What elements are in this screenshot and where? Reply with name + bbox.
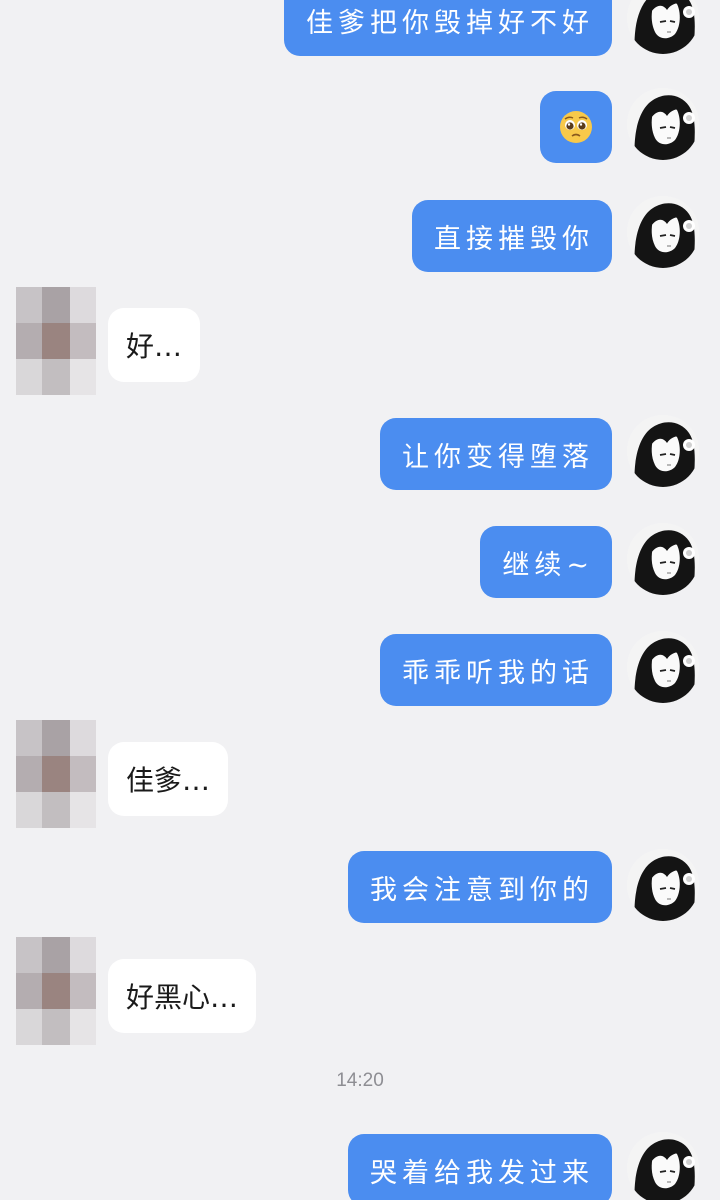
- message-bubble-outgoing[interactable]: [540, 91, 612, 163]
- avatar-anime-girl-icon[interactable]: [627, 1132, 699, 1200]
- avatar-anime-girl-icon[interactable]: [627, 415, 699, 487]
- chat-area[interactable]: 佳爹把你毁掉好不好 直接摧毁你 好… 让你变得堕落 继续~ 乖乖听我的话 佳爹……: [0, 0, 720, 1200]
- message-text: 佳爹…: [126, 764, 211, 797]
- avatar-anime-girl-icon[interactable]: [627, 88, 699, 160]
- message-bubble-incoming[interactable]: 好黑心…: [108, 959, 257, 1033]
- avatar-pixelated-icon[interactable]: [0, 720, 96, 828]
- avatar-anime-girl-icon[interactable]: [627, 0, 699, 54]
- message-bubble-outgoing[interactable]: 继续~: [480, 526, 612, 598]
- message-bubble-incoming[interactable]: 好…: [108, 308, 201, 382]
- avatar-pixelated-icon[interactable]: [0, 937, 96, 1045]
- message-timestamp: 14:20: [336, 1070, 384, 1091]
- message-text: 让你变得堕落: [402, 441, 594, 473]
- message-bubble-outgoing[interactable]: 佳爹把你毁掉好不好: [284, 0, 612, 56]
- avatar-anime-girl-icon[interactable]: [627, 196, 699, 268]
- message-text: 好黑心…: [126, 981, 239, 1014]
- avatar-anime-girl-icon[interactable]: [627, 523, 699, 595]
- avatar-anime-girl-icon[interactable]: [627, 631, 699, 703]
- message-bubble-outgoing[interactable]: 哭着给我发过来: [348, 1134, 612, 1200]
- message-text: 佳爹把你毁掉好不好: [306, 7, 594, 39]
- avatar-anime-girl-icon[interactable]: [627, 849, 699, 921]
- message-text: 哭着给我发过来: [370, 1157, 594, 1189]
- pleading-face-emoji-icon: [559, 110, 593, 144]
- message-text: 乖乖听我的话: [402, 657, 594, 689]
- message-bubble-outgoing[interactable]: 我会注意到你的: [348, 851, 612, 923]
- message-bubble-incoming[interactable]: 佳爹…: [108, 742, 229, 816]
- message-text: 直接摧毁你: [434, 223, 594, 255]
- message-bubble-outgoing[interactable]: 直接摧毁你: [412, 200, 612, 272]
- message-bubble-outgoing[interactable]: 让你变得堕落: [380, 418, 612, 490]
- avatar-pixelated-icon[interactable]: [0, 287, 96, 395]
- message-text: 我会注意到你的: [370, 874, 594, 906]
- message-text: 继续~: [502, 549, 594, 581]
- message-text: 好…: [126, 330, 183, 363]
- message-bubble-outgoing[interactable]: 乖乖听我的话: [380, 634, 612, 706]
